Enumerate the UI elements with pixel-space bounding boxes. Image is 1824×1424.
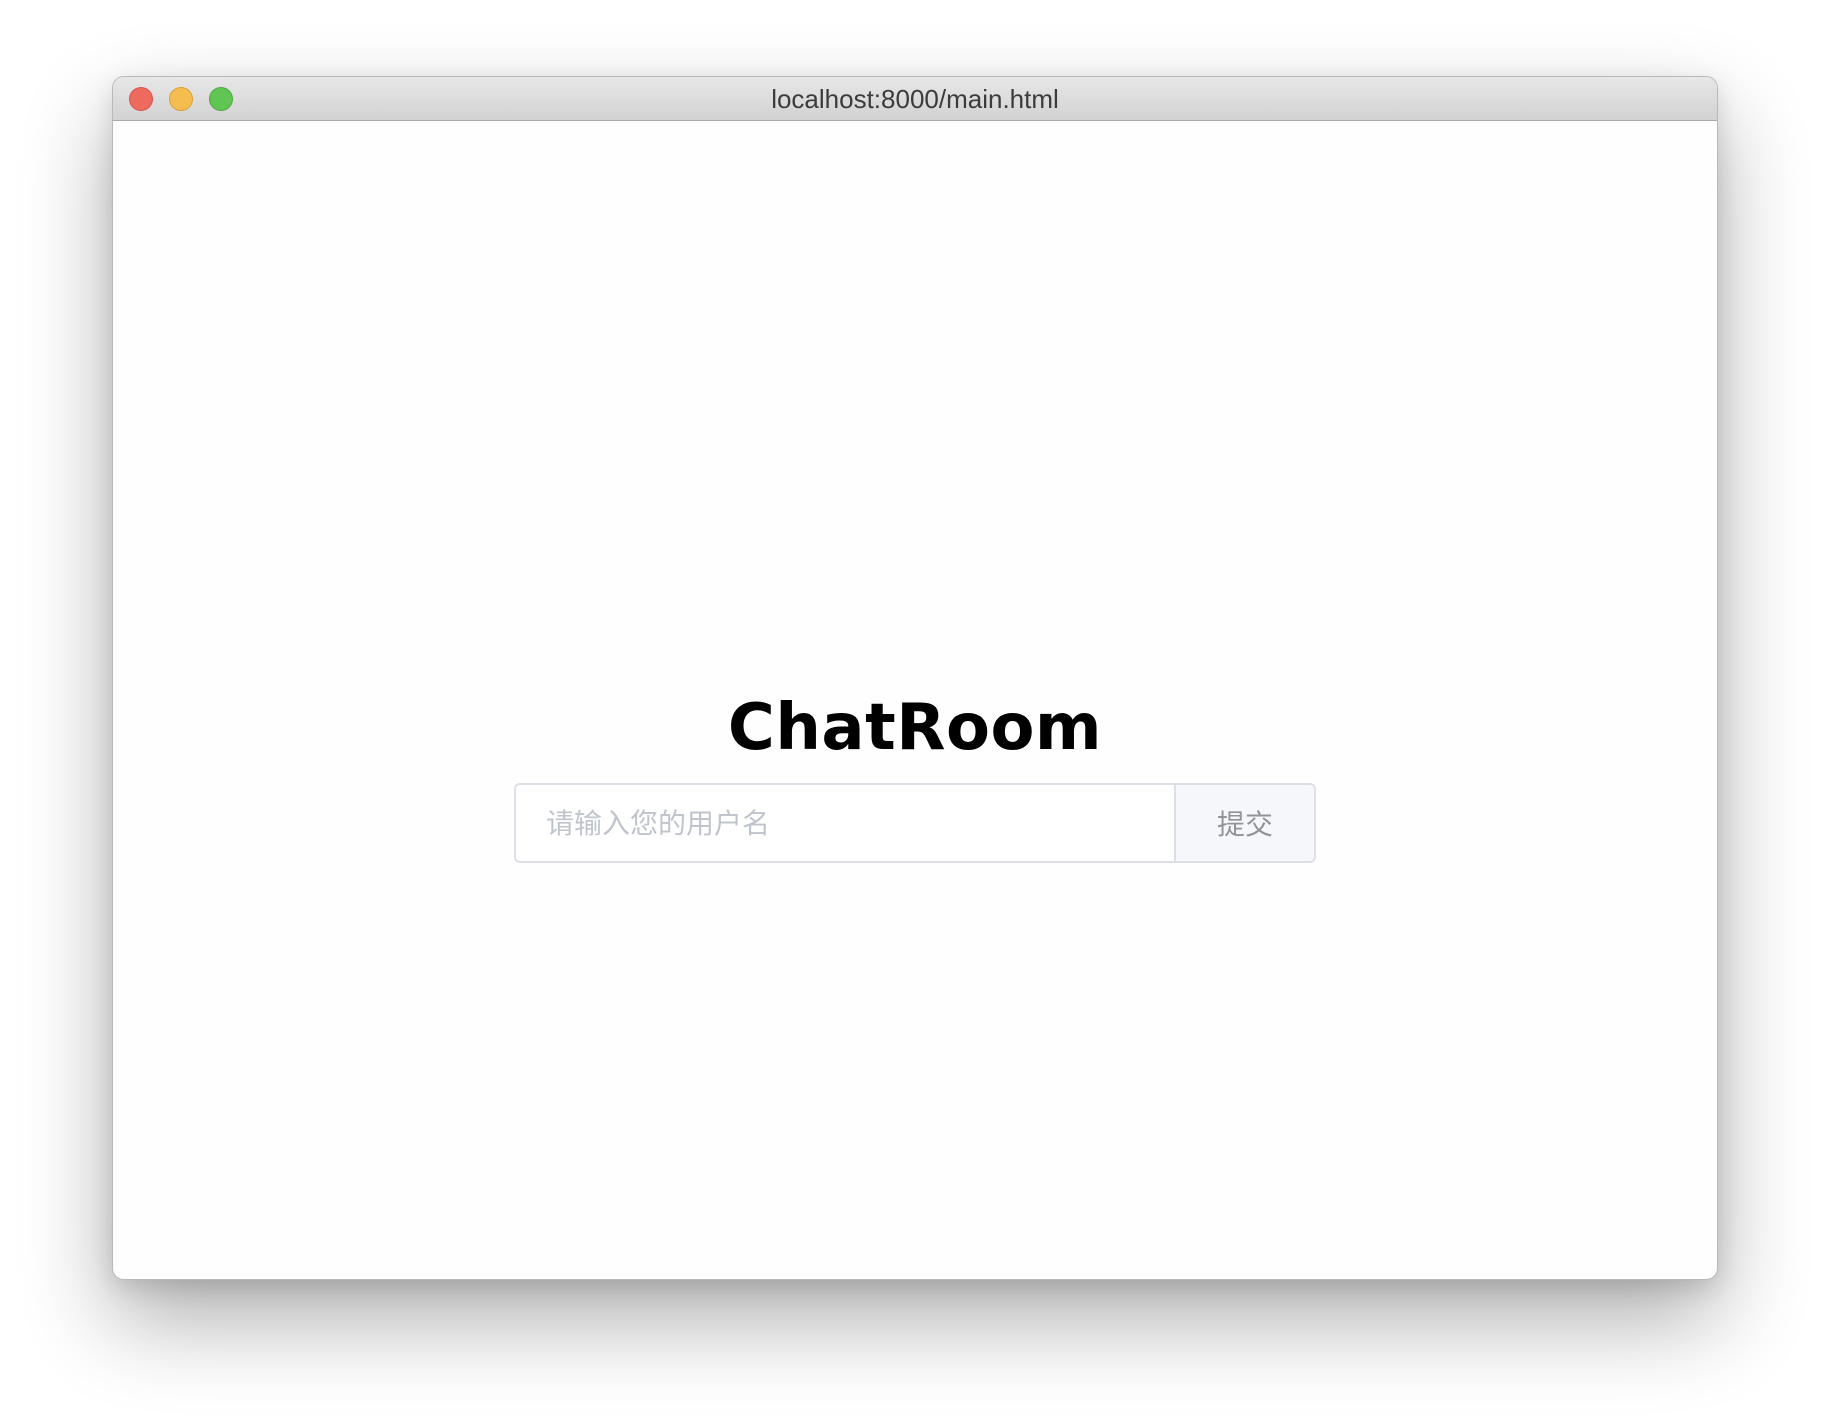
browser-window: localhost:8000/main.html ChatRoom 提交 [112,76,1718,1280]
submit-button[interactable]: 提交 [1174,783,1316,863]
window-titlebar[interactable]: localhost:8000/main.html [113,77,1717,121]
window-title: localhost:8000/main.html [771,84,1059,114]
username-input[interactable] [514,783,1174,863]
username-form: 提交 [514,783,1316,863]
page-content: ChatRoom 提交 [113,121,1717,1279]
page-title: ChatRoom [727,691,1103,765]
